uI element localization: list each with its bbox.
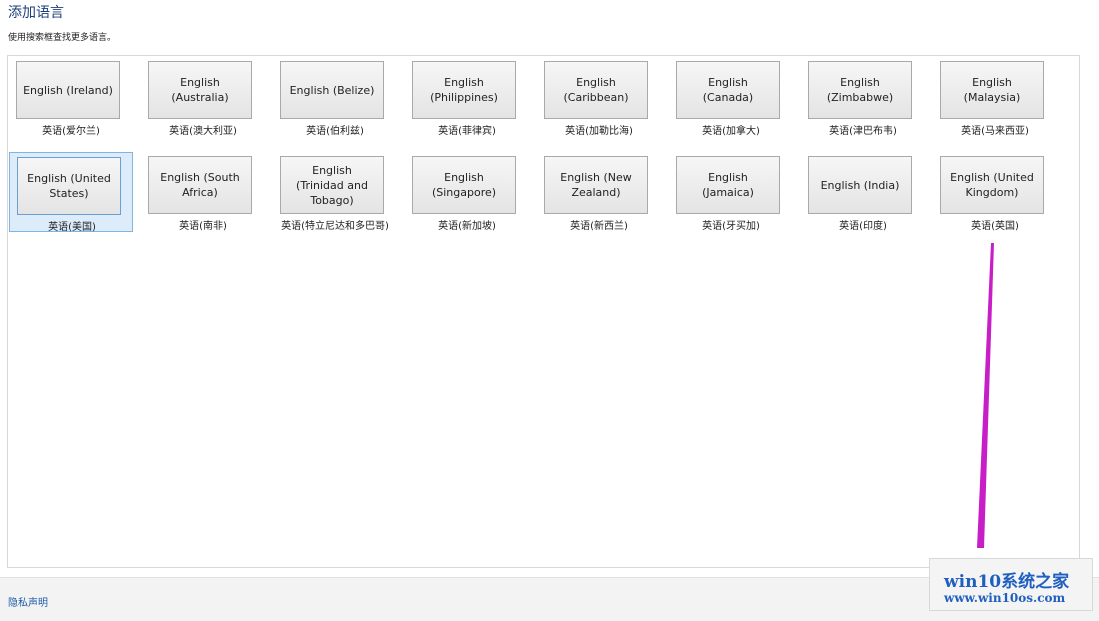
language-tile-caption: 英语(南非) — [179, 221, 227, 232]
language-tile-button[interactable]: English (India) — [808, 156, 912, 214]
language-tile-button[interactable]: English (Philippines) — [412, 61, 516, 119]
language-tile[interactable]: English (Caribbean) 英语(加勒比海) — [537, 57, 661, 137]
watermark-title: win10系统之家 — [944, 572, 1070, 592]
page-title: 添加语言 — [8, 5, 64, 21]
language-tile-button[interactable]: English (Zimbabwe) — [808, 61, 912, 119]
language-tile-caption: 英语(特立尼达和多巴哥) — [281, 221, 389, 232]
language-tile[interactable]: English (Australia) 英语(澳大利亚) — [141, 57, 265, 137]
language-tile[interactable]: English (New Zealand) 英语(新西兰) — [537, 152, 661, 232]
language-tile-caption: 英语(加勒比海) — [565, 126, 633, 137]
language-tile-button[interactable]: English (South Africa) — [148, 156, 252, 214]
language-tile[interactable]: English (Jamaica) 英语(牙买加) — [669, 152, 793, 232]
language-tile[interactable]: English (Canada) 英语(加拿大) — [669, 57, 793, 137]
language-tile-button[interactable]: English (Australia) — [148, 61, 252, 119]
language-tile[interactable]: English (Malaysia) 英语(马来西亚) — [933, 57, 1057, 137]
privacy-statement-link[interactable]: 隐私声明 — [8, 594, 48, 609]
language-tile[interactable]: English (South Africa) 英语(南非) — [141, 152, 265, 232]
language-tile-caption: 英语(菲律宾) — [438, 126, 496, 137]
language-tile-caption: 英语(新西兰) — [570, 221, 628, 232]
language-tile-button[interactable]: English (United States) — [17, 157, 121, 215]
watermark-url: www.win10os.com — [944, 591, 1066, 605]
language-tile-caption: 英语(新加坡) — [438, 221, 496, 232]
language-tile-caption: 英语(英国) — [971, 221, 1019, 232]
language-tile[interactable]: English (India) 英语(印度) — [801, 152, 925, 232]
language-tile-caption: 英语(爱尔兰) — [42, 126, 100, 137]
language-tile-button[interactable]: English (Trinidad and Tobago) — [280, 156, 384, 214]
language-tile[interactable]: English (Philippines) 英语(菲律宾) — [405, 57, 529, 137]
language-tile-caption: 英语(印度) — [839, 221, 887, 232]
language-tile-caption: 英语(马来西亚) — [961, 126, 1029, 137]
page-subtitle: 使用搜索框查找更多语言。 — [8, 33, 117, 43]
language-tile[interactable]: English (Trinidad and Tobago) 英语(特立尼达和多巴哥… — [273, 152, 397, 232]
language-tile-caption: 英语(澳大利亚) — [169, 126, 237, 137]
language-tile-button[interactable]: English (United Kingdom) — [940, 156, 1044, 214]
language-tile-caption: 英语(津巴布韦) — [829, 126, 897, 137]
language-tile[interactable]: English (United States) 英语(美国) — [9, 152, 133, 233]
language-tile-button[interactable]: English (New Zealand) — [544, 156, 648, 214]
language-tile-button[interactable]: English (Canada) — [676, 61, 780, 119]
language-tile-button[interactable]: English (Ireland) — [16, 61, 120, 119]
language-list-panel: English (Ireland) 英语(爱尔兰) English (Austral… — [7, 55, 1080, 568]
language-tile-button[interactable]: English (Singapore) — [412, 156, 516, 214]
watermark-logo: win10系统之家 www.win10os.com — [929, 558, 1093, 611]
language-tile[interactable]: English (Zimbabwe) 英语(津巴布韦) — [801, 57, 925, 137]
language-tile-button[interactable]: English (Jamaica) — [676, 156, 780, 214]
language-tile-button[interactable]: English (Belize) — [280, 61, 384, 119]
language-tile-caption: 英语(牙买加) — [702, 221, 760, 232]
language-tile-button[interactable]: English (Caribbean) — [544, 61, 648, 119]
language-tile-button[interactable]: English (Malaysia) — [940, 61, 1044, 119]
language-tile-caption: 英语(加拿大) — [702, 126, 760, 137]
language-tile[interactable]: English (Ireland) 英语(爱尔兰) — [9, 57, 133, 137]
add-language-window: 添加语言 使用搜索框查找更多语言。 English (Ireland) 英语(爱尔… — [0, 0, 1099, 621]
language-tile[interactable]: English (Singapore) 英语(新加坡) — [405, 152, 529, 232]
language-tile-caption: 英语(伯利兹) — [306, 126, 364, 137]
language-tile-caption: 英语(美国) — [48, 222, 96, 233]
language-tile[interactable]: English (United Kingdom) 英语(英国) — [933, 152, 1057, 232]
language-tile[interactable]: English (Belize) 英语(伯利兹) — [273, 57, 397, 137]
